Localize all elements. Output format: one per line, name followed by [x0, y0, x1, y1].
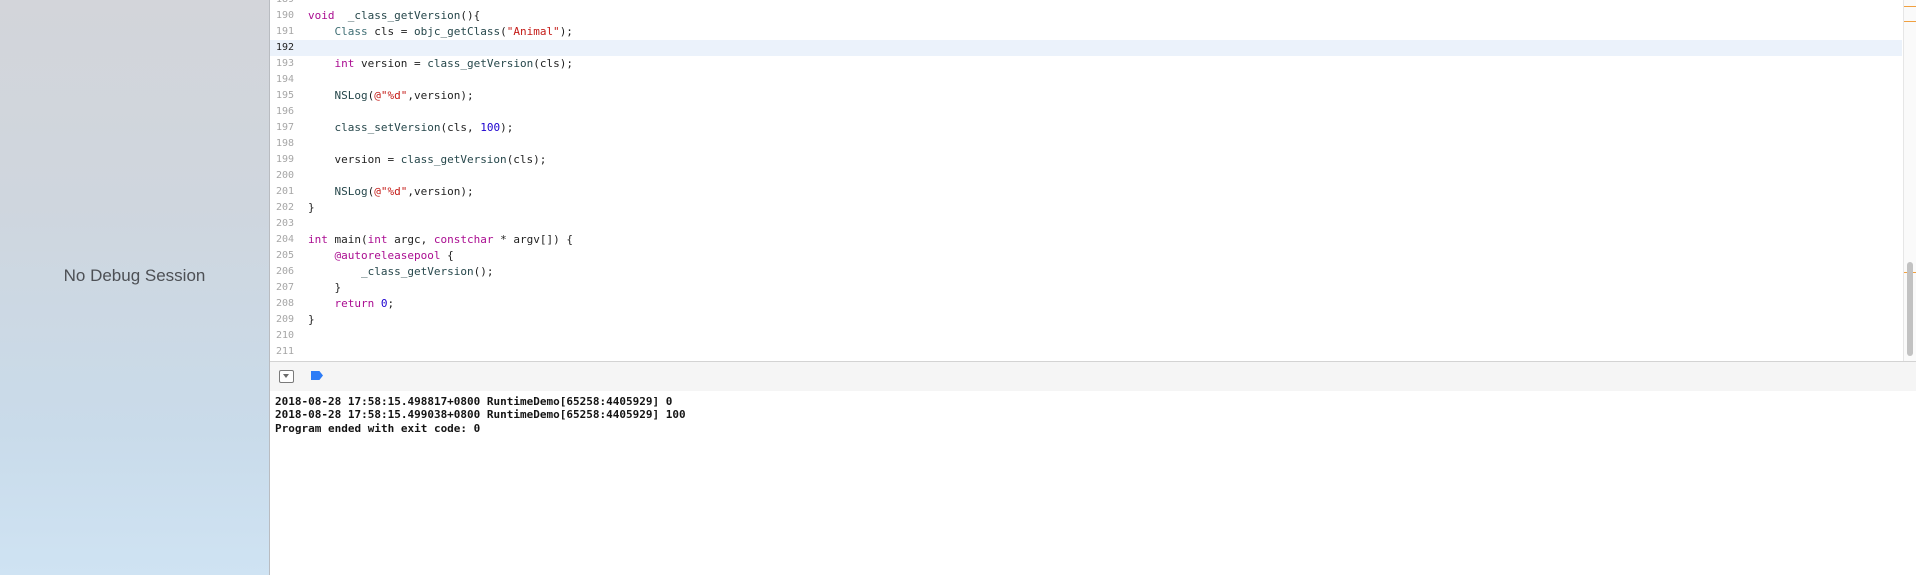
line-number: 193 [275, 58, 294, 69]
code-line[interactable]: 209} [270, 312, 1902, 328]
scroll-marker [1904, 6, 1916, 7]
line-number: 194 [275, 74, 294, 85]
debug-navigator: No Debug Session [0, 0, 270, 575]
line-number: 207 [275, 282, 294, 293]
code-line[interactable]: 211 [270, 344, 1902, 360]
code-text: void _class_getVersion(){ [308, 9, 481, 22]
code-line[interactable]: 197 class_setVersion(cls, 100); [270, 120, 1902, 136]
code-line[interactable]: 191 Class cls = objc_getClass("Animal"); [270, 24, 1902, 40]
editor-scrollbar[interactable] [1903, 0, 1916, 361]
line-number: 205 [275, 250, 294, 261]
no-debug-session-label: No Debug Session [63, 266, 206, 285]
code-line[interactable]: 193 int version = class_getVersion(cls); [270, 56, 1902, 72]
breakpoints-toggle-icon[interactable] [311, 371, 323, 380]
line-number: 198 [275, 138, 294, 149]
line-number: 202 [275, 202, 294, 213]
code-text: _class_getVersion(); [360, 265, 494, 278]
line-number: 209 [275, 314, 294, 325]
code-text: class_setVersion(cls, 100); [334, 121, 514, 134]
line-number: 206 [275, 266, 294, 277]
code-text: int version = class_getVersion(cls); [334, 57, 573, 70]
line-number: 201 [275, 186, 294, 197]
line-number: 210 [275, 330, 294, 341]
code-text: int main(int argc, constchar * argv[]) { [308, 233, 573, 246]
line-number: 199 [275, 154, 294, 165]
code-line[interactable]: 201 NSLog(@"%d",version); [270, 184, 1902, 200]
hide-debug-area-icon[interactable] [279, 370, 294, 383]
code-text: @autoreleasepool { [334, 249, 454, 262]
code-line[interactable]: 192 [270, 40, 1902, 56]
code-line[interactable]: 208 return 0; [270, 296, 1902, 312]
code-line[interactable]: 199 version = class_getVersion(cls); [270, 152, 1902, 168]
line-number: 195 [275, 90, 294, 101]
line-number: 203 [275, 218, 294, 229]
source-editor[interactable]: 189 190 void _class_getVersion(){ 191 Class… [270, 0, 1916, 361]
console-line: Program ended with exit code: 0 [275, 422, 481, 435]
code-text: NSLog(@"%d",version); [334, 185, 474, 198]
line-number: 204 [275, 234, 294, 245]
scroll-thumb[interactable] [1907, 262, 1913, 356]
code-line[interactable]: 203 [270, 216, 1902, 232]
debug-bar [270, 361, 1916, 392]
line-number: 196 [275, 106, 294, 117]
console-line: 2018-08-28 17:58:15.498817+0800 RuntimeD… [275, 395, 673, 408]
console-line: 2018-08-28 17:58:15.499038+0800 RuntimeD… [275, 408, 686, 421]
scroll-marker [1904, 21, 1916, 22]
code-line[interactable]: 205 @autoreleasepool { [270, 248, 1902, 264]
code-text: version = class_getVersion(cls); [308, 153, 547, 166]
code-line[interactable]: 200 [270, 168, 1902, 184]
code-line[interactable]: 204 int main(int argc, constchar * argv[]… [270, 232, 1902, 248]
code-text: Class cls = objc_getClass("Animal"); [334, 25, 573, 38]
code-text: } [308, 201, 315, 214]
code-line[interactable]: 207 } [270, 280, 1902, 296]
code-line[interactable]: 189 [270, 0, 1902, 8]
line-number: 211 [275, 346, 294, 357]
code-line[interactable]: 190 void _class_getVersion(){ [270, 8, 1902, 24]
line-number: 191 [275, 26, 294, 37]
code-text: } [308, 313, 315, 326]
code-text: return 0; [334, 297, 395, 310]
code-line[interactable]: 194 [270, 72, 1902, 88]
line-number: 197 [275, 122, 294, 133]
console-output[interactable]: 2018-08-28 17:58:15.498817+0800 RuntimeD… [270, 391, 1916, 575]
line-number: 190 [275, 10, 294, 21]
code-line[interactable]: 202} [270, 200, 1902, 216]
line-number: 192 [275, 42, 294, 53]
line-number: 200 [275, 170, 294, 181]
code-text: NSLog(@"%d",version); [334, 89, 474, 102]
line-number: 189 [270, 0, 294, 8]
code-line[interactable]: 206 _class_getVersion(); [270, 264, 1902, 280]
code-text: } [308, 281, 342, 294]
code-line[interactable]: 196 [270, 104, 1902, 120]
code-line[interactable]: 210 [270, 328, 1902, 344]
code-line[interactable]: 195 NSLog(@"%d",version); [270, 88, 1902, 104]
line-number: 208 [275, 298, 294, 309]
code-line[interactable]: 198 [270, 136, 1902, 152]
